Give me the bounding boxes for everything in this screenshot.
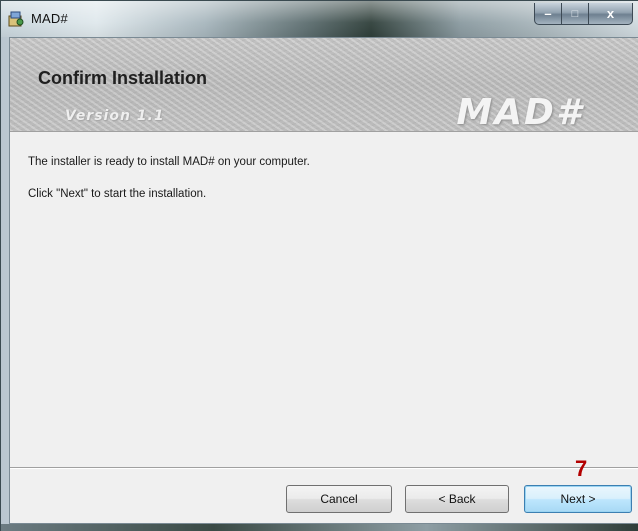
window-bottom-edge [1, 524, 638, 531]
title-bar[interactable]: MAD# – □ x [1, 1, 638, 37]
next-button[interactable]: Next > [524, 485, 632, 513]
version-label: Version 1.1 [65, 108, 165, 124]
page-title: Confirm Installation [38, 68, 208, 88]
cancel-button[interactable]: Cancel [286, 485, 392, 513]
installer-app-icon [7, 10, 25, 28]
back-button[interactable]: < Back [405, 485, 509, 513]
product-logo: MAD# [456, 92, 583, 133]
step-number-annotation: 7 [575, 456, 588, 481]
dialog-client-area: Confirm Installation Version 1.1 MAD# Th… [9, 37, 638, 524]
minimize-icon: – [544, 6, 552, 21]
maximize-button[interactable]: □ [562, 3, 589, 25]
installer-window: MAD# – □ x Confirm Installation Version … [0, 0, 638, 531]
close-icon: x [606, 6, 615, 21]
footer-divider [10, 467, 638, 469]
header-banner: Confirm Installation Version 1.1 MAD# [10, 38, 638, 133]
minimize-button[interactable]: – [534, 3, 562, 25]
close-button[interactable]: x [589, 3, 633, 25]
ready-message: The installer is ready to install MAD# o… [28, 156, 310, 168]
maximize-icon: □ [571, 7, 579, 20]
caption-buttons: – □ x [534, 3, 633, 25]
window-title: MAD# [31, 11, 68, 26]
instruction-message: Click "Next" to start the installation. [28, 188, 207, 200]
